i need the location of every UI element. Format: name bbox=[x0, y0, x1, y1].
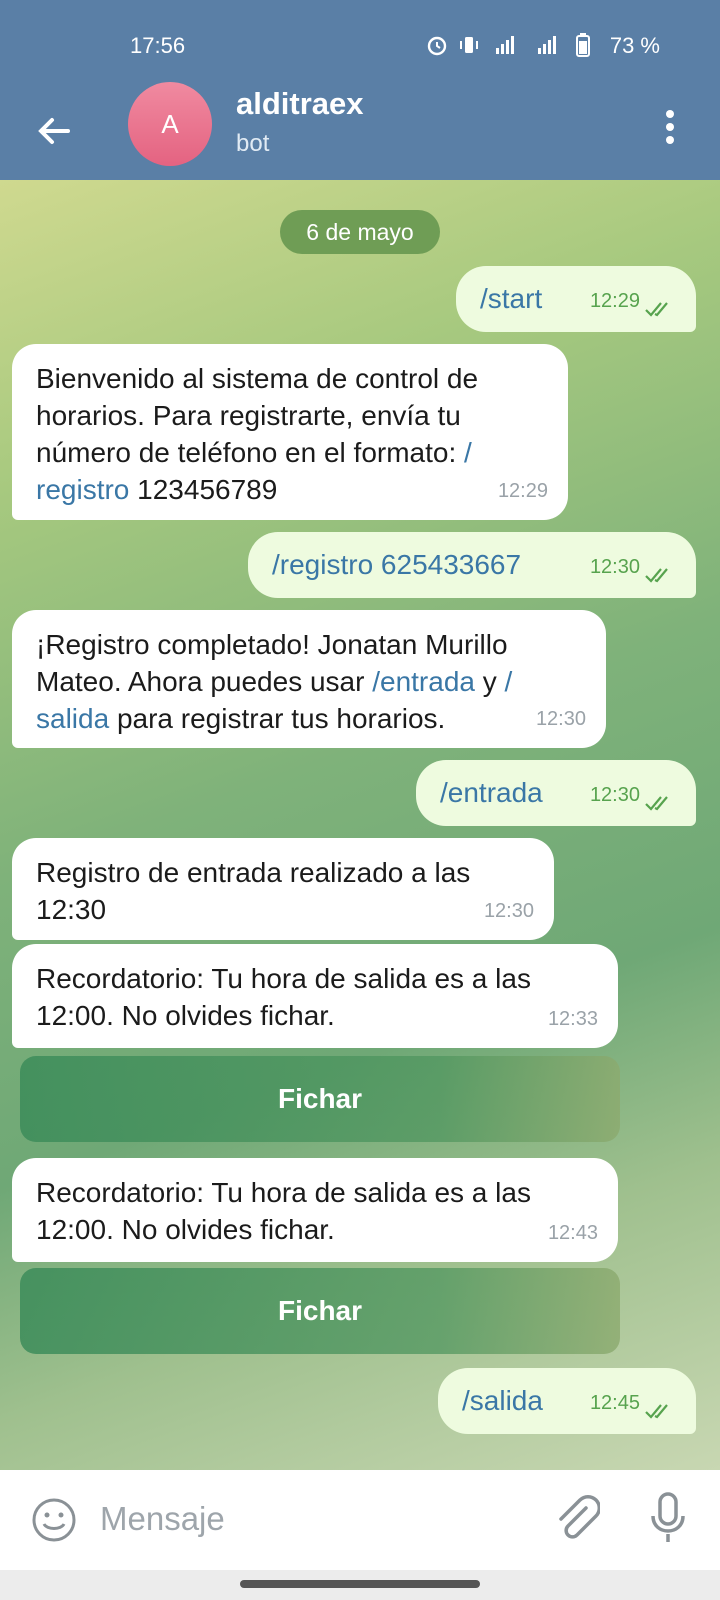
chat-messages[interactable]: 6 de mayo /start 12:29 Bienvenido al sis… bbox=[0, 180, 720, 1470]
outgoing-message[interactable]: /registro 625433667 12:30 bbox=[248, 532, 696, 598]
status-bar: 17:56 73 % bbox=[0, 0, 720, 90]
message-text[interactable]: Recordatorio: Tu hora de salida es a las… bbox=[36, 1177, 531, 1245]
message-time: 12:45 bbox=[589, 1392, 640, 1414]
mic-icon[interactable] bbox=[648, 1490, 688, 1546]
system-nav-bar bbox=[0, 1570, 720, 1600]
message-time: 12:33 bbox=[547, 1008, 598, 1030]
message-time: 12:43 bbox=[547, 1222, 598, 1244]
double-check-icon bbox=[645, 302, 668, 317]
outgoing-message[interactable]: /start 12:29 bbox=[456, 266, 696, 332]
message-input-bar: Mensaje bbox=[0, 1470, 720, 1570]
message-text[interactable]: /salida bbox=[462, 1385, 543, 1416]
incoming-message[interactable]: Recordatorio: Tu hora de salida es a las… bbox=[12, 944, 618, 1048]
message-time: 12:30 bbox=[483, 900, 534, 922]
incoming-message[interactable]: Bienvenido al sistema de control de hora… bbox=[12, 344, 568, 520]
double-check-icon bbox=[645, 796, 668, 811]
emoji-icon[interactable] bbox=[30, 1496, 78, 1544]
attach-icon[interactable] bbox=[552, 1492, 600, 1544]
message-time: 12:30 bbox=[589, 556, 640, 578]
signal-icon bbox=[496, 36, 514, 54]
chat-title[interactable]: alditraex bbox=[236, 86, 364, 122]
status-time: 17:56 bbox=[130, 33, 186, 58]
message-text-part: para registrar tus horarios. bbox=[109, 703, 446, 734]
alarm-icon bbox=[427, 36, 447, 56]
message-text[interactable]: /entrada bbox=[440, 777, 543, 808]
battery-icon bbox=[576, 33, 590, 57]
double-check-icon bbox=[645, 568, 668, 583]
message-text[interactable]: Bienvenido al sistema de control de hora… bbox=[36, 363, 478, 505]
incoming-message[interactable]: ¡Registro completado! Jonatan Murillo Ma… bbox=[12, 610, 606, 748]
outgoing-message[interactable]: /salida 12:45 bbox=[438, 1368, 696, 1434]
message-text-part: 123456789 bbox=[129, 474, 278, 505]
message-text-part: Bienvenido al sistema de control de hora… bbox=[36, 363, 479, 468]
message-text[interactable]: /start bbox=[480, 283, 542, 314]
message-time: 12:29 bbox=[589, 290, 640, 312]
status-icons bbox=[426, 33, 590, 57]
message-time: 12:30 bbox=[589, 784, 640, 806]
fichar-button[interactable]: Fichar bbox=[20, 1056, 620, 1142]
outgoing-message[interactable]: /entrada 12:30 bbox=[416, 760, 696, 826]
vibrate-icon bbox=[460, 37, 478, 53]
signal-icon bbox=[538, 36, 556, 54]
message-text[interactable]: /registro 625433667 bbox=[272, 549, 521, 580]
message-text[interactable]: Recordatorio: Tu hora de salida es a las… bbox=[36, 963, 531, 1031]
back-arrow-icon[interactable] bbox=[32, 108, 78, 154]
incoming-message[interactable]: Recordatorio: Tu hora de salida es a las… bbox=[12, 1158, 618, 1262]
home-handle[interactable] bbox=[240, 1580, 480, 1588]
double-check-icon bbox=[645, 1404, 668, 1419]
chat-subtitle: bot bbox=[236, 130, 270, 157]
message-time: 12:29 bbox=[497, 480, 548, 502]
battery-percent: 73 % bbox=[609, 33, 660, 58]
chat-header: A alditraex bot bbox=[0, 82, 720, 180]
more-vert-icon[interactable] bbox=[660, 104, 680, 150]
message-text-part: y bbox=[474, 666, 505, 697]
command-link[interactable]: /entrada bbox=[372, 666, 475, 697]
fichar-button[interactable]: Fichar bbox=[20, 1268, 620, 1354]
message-text[interactable]: ¡Registro completado! Jonatan Murillo Ma… bbox=[36, 629, 512, 734]
message-time: 12:30 bbox=[535, 708, 586, 730]
message-text[interactable]: Registro de entrada realizado a las 12:3… bbox=[36, 857, 470, 925]
avatar[interactable]: A bbox=[128, 82, 212, 166]
message-input[interactable]: Mensaje bbox=[100, 1500, 225, 1538]
incoming-message[interactable]: Registro de entrada realizado a las 12:3… bbox=[12, 838, 554, 940]
date-separator: 6 de mayo bbox=[280, 210, 440, 254]
